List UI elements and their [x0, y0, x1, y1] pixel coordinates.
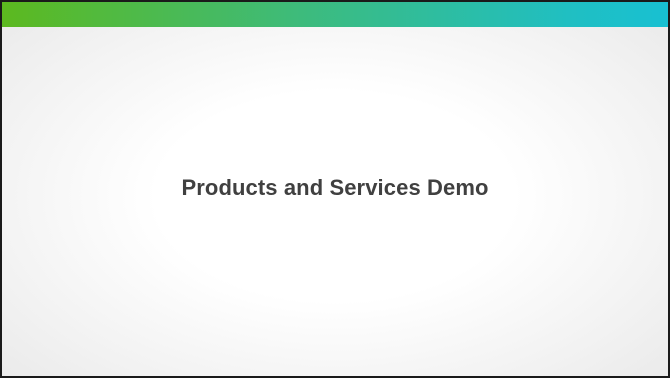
gradient-header-band [2, 2, 668, 27]
presentation-slide: Products and Services Demo [0, 0, 670, 378]
slide-title: Products and Services Demo [181, 175, 489, 200]
